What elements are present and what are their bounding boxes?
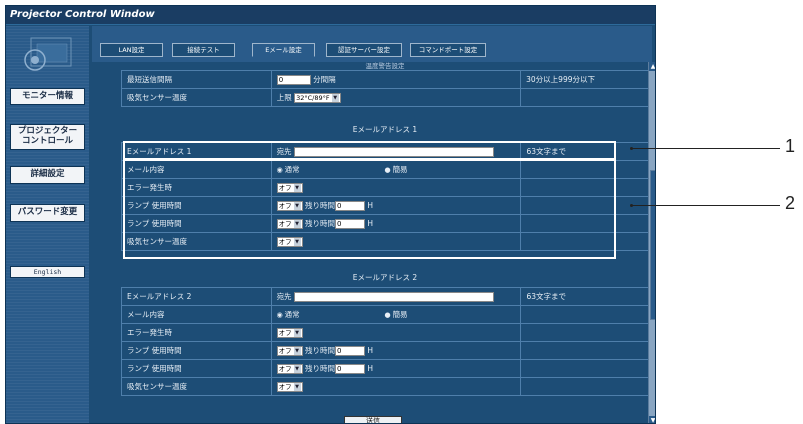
email2-address-note: 63文字まで [520, 287, 648, 306]
password-change-button[interactable]: パスワード変更 [10, 204, 85, 222]
callout-number-2: 2 [785, 193, 796, 213]
tab-bar: LAN設定 接続テスト Eメール設定 認証サーバー設定 コマンドポート設定 [92, 26, 652, 62]
table-row: Eメールアドレス 2 宛先 63文字まで [121, 287, 648, 306]
email2-content-label: メール内容 [121, 305, 272, 324]
email2-error-value: オフ [278, 328, 292, 337]
intake-temp-label: 吸気センサー温度 [121, 88, 272, 107]
email2-lamp1-unit: H [367, 346, 373, 355]
chevron-down-icon: ▼ [293, 382, 301, 391]
email2-address-input[interactable] [293, 292, 494, 302]
email1-section-title: Eメールアドレス 1 [352, 125, 418, 134]
intake-temp-cell: 上限 32°C/89°F ▼ [270, 88, 522, 107]
email2-lamp2-unit: H [367, 364, 373, 373]
email2-content-opt2: 簡易 [392, 310, 408, 319]
email2-temp-label: 吸気センサー温度 [121, 377, 272, 396]
email2-lamp2-remain-label: 残り時間 [304, 364, 335, 373]
email2-lamp1-hours-input[interactable]: 0 [334, 346, 365, 356]
tab-command-port[interactable]: コマンドポート設定 [410, 43, 486, 57]
email2-lamp2-select[interactable]: オフ ▼ [276, 364, 303, 374]
table-row: ランプ 使用時間 オフ ▼ 残り時間 0 H [121, 341, 648, 360]
chevron-down-icon: ▼ [293, 365, 301, 373]
english-button[interactable]: English [10, 266, 85, 278]
intake-temp-value: 32°C/89°F [296, 94, 330, 102]
top-settings-table: 最短送信間隔 0 分間隔 30分以上999分以下 吸気センサー温度 上限 32°… [121, 70, 648, 107]
table-row: ランプ 使用時間 オフ ▼ 残り時間 0 H [121, 359, 648, 378]
email2-table: Eメールアドレス 2 宛先 63文字まで メール内容 ◉ 通常 ● 簡易 エラー発生… [121, 287, 648, 396]
email2-address-label: Eメールアドレス 2 [121, 287, 272, 306]
intake-temp-prefix: 上限 [276, 93, 292, 102]
tab-email-settings[interactable]: Eメール設定 [252, 43, 315, 57]
callout-line [632, 148, 780, 149]
chevron-down-icon: ▼ [331, 94, 339, 102]
email2-temp-select[interactable]: オフ ▼ [276, 381, 303, 392]
monitor-info-button[interactable]: モニター情報 [10, 88, 85, 105]
projector-control-window: Projector Control Window モニター情報 プロジェクター … [5, 5, 656, 424]
intake-temp-note [520, 88, 648, 107]
sidebar: モニター情報 プロジェクター コントロール 詳細設定 パスワード変更 Engli… [6, 26, 89, 423]
highlight-box-options [123, 158, 616, 259]
email2-error-select[interactable]: オフ ▼ [276, 327, 303, 338]
detailed-settings-button[interactable]: 詳細設定 [10, 166, 85, 184]
scroll-thumb[interactable] [650, 170, 655, 320]
scroll-down-icon[interactable]: ▼ [649, 416, 655, 423]
projector-logo-icon [24, 37, 72, 71]
min-interval-cell: 0 分間隔 [270, 70, 522, 89]
tab-connection-test[interactable]: 接続テスト [172, 43, 235, 57]
email2-dest-label: 宛先 [276, 292, 292, 301]
table-row: エラー発生時 オフ ▼ [121, 323, 648, 342]
email2-lamp1-remain-label: 残り時間 [304, 346, 335, 355]
email2-content-opt1: 通常 [284, 310, 300, 319]
submit-button[interactable]: 送信 [344, 416, 402, 423]
table-row: 吸気センサー温度 オフ ▼ [121, 377, 648, 396]
temperature-warning-header: 温度警告設定 [365, 62, 405, 70]
min-interval-input[interactable]: 0 [276, 75, 311, 85]
email2-lamp1-value: オフ [278, 347, 292, 355]
intake-temp-select[interactable]: 32°C/89°F ▼ [294, 93, 341, 103]
email2-lamp2-label: ランプ 使用時間 [121, 359, 272, 378]
tab-auth-server[interactable]: 認証サーバー設定 [326, 43, 402, 57]
min-interval-unit: 分間隔 [313, 75, 336, 84]
email2-temp-value: オフ [278, 382, 292, 391]
min-interval-note: 30分以上999分以下 [520, 70, 648, 89]
projector-control-button[interactable]: プロジェクター コントロール [10, 124, 85, 150]
email2-error-label: エラー発生時 [121, 323, 272, 342]
email2-lamp2-hours-input[interactable]: 0 [334, 364, 365, 374]
callout-number-1: 1 [785, 136, 796, 156]
window-title: Projector Control Window [6, 6, 655, 25]
tab-lan-settings[interactable]: LAN設定 [100, 43, 163, 57]
chevron-down-icon: ▼ [293, 328, 301, 337]
min-interval-label: 最短送信間隔 [121, 70, 272, 89]
email2-section-title: Eメールアドレス 2 [352, 273, 418, 282]
callout-line [632, 205, 780, 206]
vertical-scrollbar[interactable]: ▲ ▼ [648, 62, 655, 423]
radio-icon[interactable]: ◉ [277, 311, 283, 319]
table-row: 最短送信間隔 0 分間隔 30分以上999分以下 [121, 70, 648, 89]
table-row: メール内容 ◉ 通常 ● 簡易 [121, 305, 648, 324]
radio-icon[interactable]: ● [384, 311, 390, 319]
email2-lamp2-value: オフ [278, 365, 292, 373]
email2-lamp1-select[interactable]: オフ ▼ [276, 346, 303, 356]
email2-lamp1-label: ランプ 使用時間 [121, 341, 272, 360]
scroll-up-icon[interactable]: ▲ [649, 62, 655, 71]
table-row: 吸気センサー温度 上限 32°C/89°F ▼ [121, 88, 648, 107]
chevron-down-icon: ▼ [293, 347, 301, 355]
